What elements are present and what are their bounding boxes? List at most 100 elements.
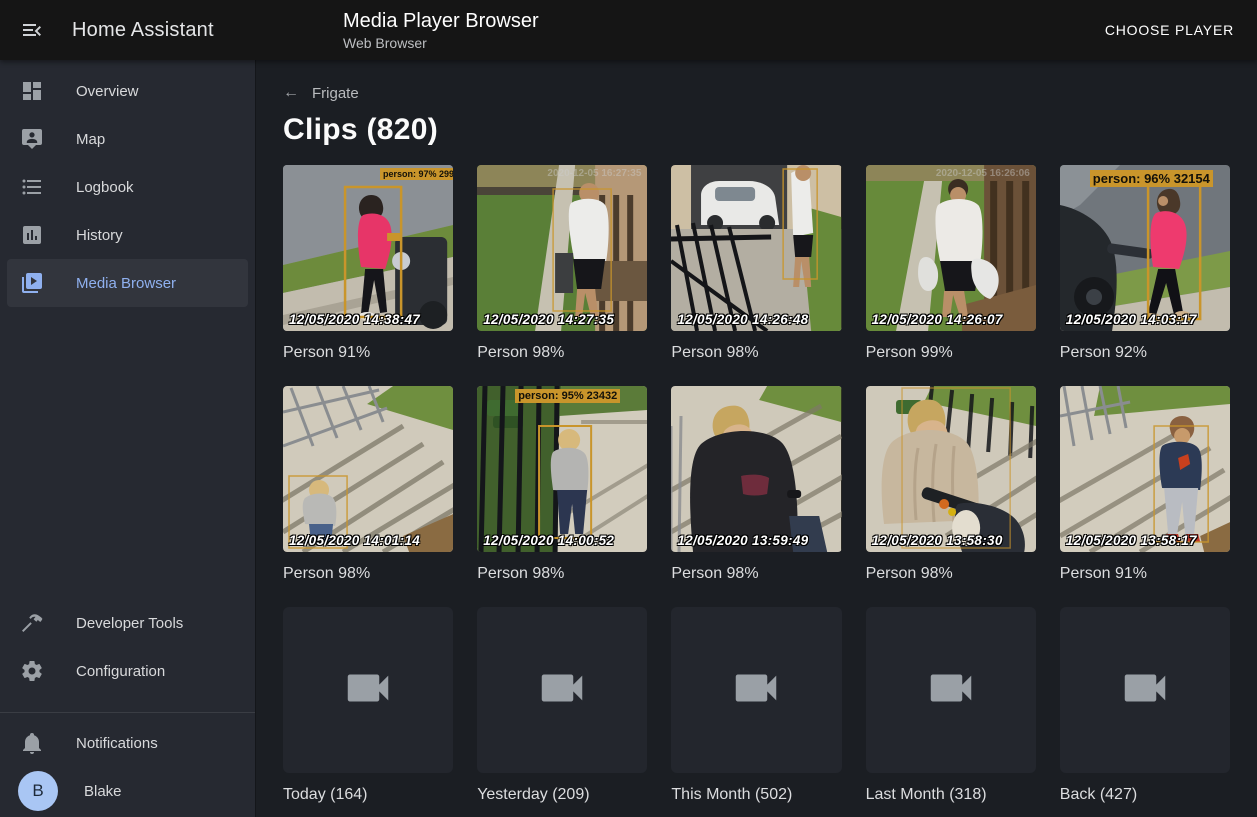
folder-caption: Yesterday (209)	[477, 786, 647, 804]
view-title-block: Media Player Browser Web Browser	[343, 9, 539, 52]
sidebar-item-history[interactable]: History	[7, 211, 248, 259]
clip-thumbnail: 12/05/2020 14:01:14	[283, 386, 453, 552]
clip-timestamp: 12/05/2020 14:26:48	[677, 312, 808, 327]
sidebar-divider	[0, 712, 255, 713]
clip-timestamp: 12/05/2020 13:59:49	[677, 533, 808, 548]
sidebar-item-logbook[interactable]: Logbook	[7, 163, 248, 211]
clip-timestamp: 12/05/2020 14:00:52	[483, 533, 614, 548]
clip-timestamp: 12/05/2020 14:26:07	[872, 312, 1003, 327]
choose-player-button[interactable]: CHOOSE PLAYER	[1097, 14, 1242, 46]
camera-still	[1060, 165, 1230, 331]
clip-thumbnail: 12/05/2020 13:58:30	[866, 386, 1036, 552]
camera-still	[671, 386, 841, 552]
camera-still	[1060, 386, 1230, 552]
folder-item-this-month[interactable]: This Month (502)	[671, 607, 841, 804]
sidebar-spacer	[0, 307, 255, 599]
breadcrumb-back[interactable]: ← Frigate	[283, 84, 359, 102]
clips-grid: person: 97% 29988 12/05/2020 14:38:47 Pe…	[283, 165, 1230, 804]
clip-timestamp: 12/05/2020 14:38:47	[289, 312, 420, 327]
clip-thumbnail: 12/05/2020 14:26:48	[671, 165, 841, 331]
sidebar-item-media-browser[interactable]: Media Browser	[7, 259, 248, 307]
view-subtitle: Web Browser	[343, 34, 539, 52]
app-header: Home Assistant Media Player Browser Web …	[0, 0, 1257, 60]
camera-osd-timestamp: 2020-12-05 16:27:35	[547, 168, 641, 179]
folder-caption: Last Month (318)	[866, 786, 1036, 804]
camera-osd-timestamp: 2020-12-05 16:26:06	[936, 168, 1030, 179]
camera-still	[477, 165, 647, 331]
sidebar-item-user-profile[interactable]: B Blake	[7, 767, 248, 815]
video-camera-icon	[1118, 661, 1172, 720]
folder-caption: This Month (502)	[671, 786, 841, 804]
clip-item[interactable]: person: 96% 32154 12/05/2020 14:03:17 Pe…	[1060, 165, 1230, 362]
clip-caption: Person 98%	[866, 565, 1036, 583]
camera-still	[671, 165, 841, 331]
clip-item[interactable]: 12/05/2020 13:58:17 Person 91%	[1060, 386, 1230, 583]
clip-item[interactable]: person: 97% 29988 12/05/2020 14:38:47 Pe…	[283, 165, 453, 362]
clip-thumbnail: 12/05/2020 13:59:49	[671, 386, 841, 552]
page-title: Clips (820)	[283, 113, 1230, 147]
gear-icon	[20, 659, 44, 683]
folder-card	[283, 607, 453, 773]
folder-caption: Back (427)	[1060, 786, 1230, 804]
logbook-list-icon	[20, 175, 44, 199]
folder-item-today[interactable]: Today (164)	[283, 607, 453, 804]
camera-still	[477, 386, 647, 552]
folder-item-last-month[interactable]: Last Month (318)	[866, 607, 1036, 804]
sidebar-toggle-menu-icon[interactable]	[8, 6, 56, 54]
clip-item[interactable]: 12/05/2020 13:59:49 Person 98%	[671, 386, 841, 583]
video-camera-icon	[924, 661, 978, 720]
folder-card	[671, 607, 841, 773]
clip-thumbnail: person: 97% 29988 12/05/2020 14:38:47	[283, 165, 453, 331]
clip-timestamp: 12/05/2020 13:58:17	[1066, 533, 1197, 548]
folder-item-yesterday[interactable]: Yesterday (209)	[477, 607, 647, 804]
media-browser-content: ← Frigate Clips (820)	[256, 60, 1257, 817]
sidebar-item-developer-tools[interactable]: Developer Tools	[7, 599, 248, 647]
sidebar-item-map[interactable]: Map	[7, 115, 248, 163]
video-camera-icon	[535, 661, 589, 720]
dashboard-icon	[20, 79, 44, 103]
clip-caption: Person 98%	[671, 344, 841, 362]
clip-caption: Person 91%	[1060, 565, 1230, 583]
clip-item[interactable]: 12/05/2020 13:58:30 Person 98%	[866, 386, 1036, 583]
camera-still	[866, 386, 1036, 552]
clip-thumbnail: 2020-12-05 16:26:06 12/05/2020 14:26:07	[866, 165, 1036, 331]
sidebar-item-notifications[interactable]: Notifications	[7, 719, 248, 767]
clip-item[interactable]: person: 95% 23432 12/05/2020 14:00:52 Pe…	[477, 386, 647, 583]
back-arrow-icon: ←	[283, 84, 299, 102]
detection-label: person: 95% 23432	[515, 389, 620, 403]
folder-caption: Today (164)	[283, 786, 453, 804]
clip-item[interactable]: 2020-12-05 16:27:35 12/05/2020 14:27:35 …	[477, 165, 647, 362]
sidebar-item-overview[interactable]: Overview	[7, 67, 248, 115]
clip-thumbnail: 12/05/2020 13:58:17	[1060, 386, 1230, 552]
clip-caption: Person 92%	[1060, 344, 1230, 362]
clip-thumbnail: 2020-12-05 16:27:35 12/05/2020 14:27:35	[477, 165, 647, 331]
clip-caption: Person 98%	[477, 565, 647, 583]
clip-item[interactable]: 12/05/2020 14:01:14 Person 98%	[283, 386, 453, 583]
clip-timestamp: 12/05/2020 14:01:14	[289, 533, 420, 548]
sidebar: Overview Map Logbook History Media Brows…	[0, 60, 256, 817]
hammer-icon	[20, 611, 44, 635]
camera-still	[866, 165, 1036, 331]
sidebar-item-configuration[interactable]: Configuration	[7, 647, 248, 695]
clip-caption: Person 98%	[283, 565, 453, 583]
clip-timestamp: 12/05/2020 13:58:30	[872, 533, 1003, 548]
camera-still	[283, 386, 453, 552]
clip-item[interactable]: 2020-12-05 16:26:06 12/05/2020 14:26:07 …	[866, 165, 1036, 362]
clip-caption: Person 99%	[866, 344, 1036, 362]
clip-caption: Person 91%	[283, 344, 453, 362]
clip-timestamp: 12/05/2020 14:03:17	[1066, 312, 1197, 327]
clip-item[interactable]: 12/05/2020 14:26:48 Person 98%	[671, 165, 841, 362]
clip-caption: Person 98%	[477, 344, 647, 362]
view-header: Media Player Browser Web Browser CHOOSE …	[256, 0, 1257, 60]
view-title: Media Player Browser	[343, 9, 539, 33]
detection-label: person: 96% 32154	[1090, 170, 1213, 187]
clip-timestamp: 12/05/2020 14:27:35	[483, 312, 614, 327]
folder-card	[1060, 607, 1230, 773]
app-title: Home Assistant	[72, 19, 214, 42]
video-camera-icon	[729, 661, 783, 720]
sidebar-header: Home Assistant	[0, 6, 256, 54]
camera-still	[283, 165, 453, 331]
folder-item-back[interactable]: Back (427)	[1060, 607, 1230, 804]
history-chart-icon	[20, 223, 44, 247]
folder-card	[866, 607, 1036, 773]
